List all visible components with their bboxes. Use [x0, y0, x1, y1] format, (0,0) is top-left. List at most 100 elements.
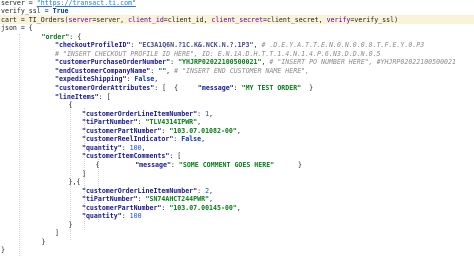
- code-token-key: "message": [135, 160, 171, 169]
- code-token-plain: ,: [154, 75, 159, 84]
- code-token-param: client_secret: [211, 15, 264, 24]
- code-token-comment: # .D.E.Y.A.T.T.E.N.0.N.0.0.8.T.F.E.Y.0.P…: [261, 41, 425, 50]
- code-token-plain: },{: [68, 178, 81, 187]
- code-token-plain: ,: [166, 66, 175, 75]
- code-token-key: "endCustomerCompanyName": [54, 66, 151, 75]
- code-token-plain: ,: [201, 135, 206, 144]
- code-token-plain: :: [137, 118, 146, 127]
- code-editor[interactable]: server = "https://transact.ti.com" verify…: [0, 0, 474, 262]
- code-token-plain: :: [137, 195, 146, 204]
- code-token-plain: :: [170, 58, 179, 67]
- code-token-key: "checkoutProfileID": [54, 41, 131, 50]
- code-line: "customerOrderAttributes": [ { "message"…: [55, 84, 313, 92]
- code-token-plain: : {: [69, 32, 82, 41]
- code-token-key: "customerOrderAttributes": [54, 84, 155, 92]
- code-token-key: "customerReelIndicator": [81, 135, 174, 144]
- code-token-plain: verify_ssl =: [1, 7, 53, 16]
- code-token-comment: # "INSERT CHECKOUT PROFILE ID HERE", ID:…: [54, 49, 381, 58]
- code-token-plain: ]: [81, 169, 86, 178]
- code-token-key: "customerOrderLineItemNumber": [81, 109, 198, 118]
- code-line: "quantity": 100,: [82, 144, 146, 152]
- code-token-plain: :: [233, 84, 242, 92]
- code-line: json = {: [1, 24, 33, 32]
- code-token-kw: False: [134, 75, 155, 84]
- code-token-comment: # "INSERT PO NUMBER HERE", #YHJRP0202210…: [269, 58, 456, 67]
- code-token-plain: ,: [236, 126, 241, 135]
- code-token-key: "quantity": [81, 143, 122, 152]
- code-line: "expediteShipping": False,: [55, 75, 158, 83]
- code-line: }: [1, 246, 5, 254]
- code-token-key: "expediteShipping": [54, 75, 127, 84]
- code-token-plain: {: [95, 160, 136, 169]
- code-line: cart = TI_Orders(server=server, client_i…: [1, 16, 398, 24]
- code-token-plain: :: [121, 143, 130, 152]
- code-token-plain: : [: [169, 152, 182, 161]
- code-token-key: "customerOrderLineItemNumber": [81, 186, 198, 195]
- code-token-plain: {: [68, 101, 73, 110]
- code-line: "customerItemComments": [: [82, 152, 181, 160]
- code-line: # "INSERT CHECKOUT PROFILE ID HERE", ID:…: [55, 50, 381, 58]
- code-line: "customerOrderLineItemNumber": 2,: [82, 187, 213, 195]
- code-token-plain: json = {: [1, 24, 33, 33]
- code-token-str: "103.07.01082-00": [169, 126, 237, 135]
- code-token-key: "lineItems": [54, 92, 99, 101]
- code-token-str: "TLV4314IPWR": [145, 118, 198, 127]
- code-line: }: [41, 238, 45, 246]
- code-token-plain: }: [301, 84, 314, 92]
- code-token-plain: }: [1, 246, 5, 255]
- code-token-plain: }: [274, 160, 302, 169]
- code-token-comment: # "INSERT END CUSTOMER NAME HERE",: [174, 66, 310, 75]
- code-token-plain: server =: [1, 0, 37, 7]
- code-line: },{: [68, 178, 80, 186]
- code-token-plain: =client_id,: [163, 15, 212, 24]
- code-token-key: "tiPartNumber": [81, 195, 138, 204]
- code-token-str: "": [158, 66, 167, 75]
- indent-guide: [19, 34, 20, 256]
- code-token-plain: cart = TI_Orders(: [1, 15, 69, 24]
- code-line: ]: [82, 170, 86, 178]
- code-token-param: verify: [326, 15, 351, 24]
- code-token-plain: ,: [236, 203, 241, 212]
- code-line: "customerPartNumber": "103.07.00145-00",: [82, 204, 241, 212]
- code-line: {: [68, 101, 72, 109]
- code-line: "quantity": 100: [82, 212, 142, 220]
- code-line: "tiPartNumber": "TLV4314IPWR",: [82, 118, 201, 126]
- code-line: { "message": "SOME COMMENT GOES HERE" }: [95, 161, 301, 169]
- code-token-key: "tiPartNumber": [81, 118, 138, 127]
- code-token-plain: :: [197, 186, 206, 195]
- code-token-str: "SOME COMMENT GOES HERE": [178, 160, 275, 169]
- code-token-plain: =server,: [92, 15, 129, 24]
- code-token-key: "customerPartNumber": [81, 203, 162, 212]
- code-token-str: "order": [41, 32, 70, 41]
- code-token-str: "103.07.00145-00": [169, 203, 237, 212]
- code-line: "customerPurchaseOrderNumber": "YHJRP020…: [55, 58, 456, 66]
- code-token-plain: }: [68, 220, 73, 229]
- code-token-key: "quantity": [81, 212, 122, 221]
- code-token-str: "YHJRP02022100500021": [178, 58, 262, 67]
- code-token-plain: ,: [197, 118, 202, 127]
- code-token-plain: ,: [209, 109, 214, 118]
- code-line: "customerReelIndicator": False,: [82, 135, 205, 143]
- code-token-kw: False: [181, 135, 202, 144]
- code-token-link: "https://transact.ti.com": [36, 0, 136, 7]
- code-token-redacted: "EC3A1Q6N.?1C.K&.NCK.N.?.1P3": [138, 41, 254, 50]
- code-token-param: server: [68, 15, 93, 24]
- code-line: "tiPartNumber": "SN74AHCT244PWR",: [82, 195, 213, 203]
- code-token-plain: ,: [209, 186, 214, 195]
- code-line: server = "https://transact.ti.com": [1, 0, 136, 7]
- code-line: verify_ssl = True: [1, 7, 69, 15]
- code-token-num: 100: [129, 143, 142, 152]
- code-token-plain: :: [170, 160, 179, 169]
- code-token-plain: ,: [141, 143, 146, 152]
- code-token-plain: :: [197, 109, 206, 118]
- code-token-key: "customerPartNumber": [81, 126, 162, 135]
- code-token-plain: : [ {: [154, 84, 198, 92]
- code-token-num: 100: [129, 212, 142, 221]
- code-token-plain: ,: [209, 195, 214, 204]
- code-token-key: "customerItemComments": [81, 152, 170, 161]
- code-line: "checkoutProfileID": "EC3A1Q6N.?1C.K&.NC…: [55, 41, 424, 49]
- code-token-plain: =verify_ssl): [350, 15, 399, 24]
- code-token-plain: }: [41, 237, 46, 246]
- code-token-key: "customerPurchaseOrderNumber": [54, 58, 171, 67]
- code-line: ]: [55, 229, 59, 237]
